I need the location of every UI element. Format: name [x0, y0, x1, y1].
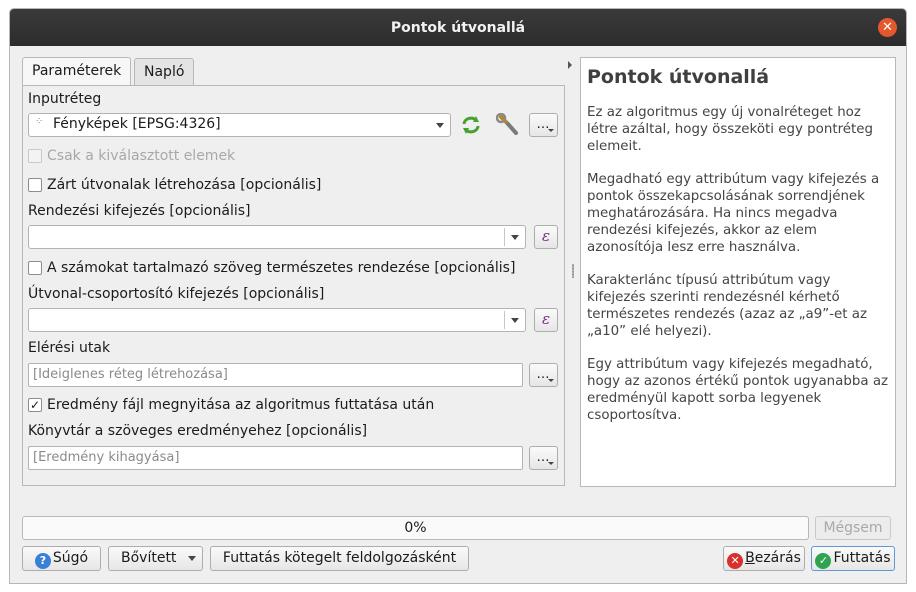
input-layer-more-button[interactable]: …: [529, 113, 558, 137]
input-layer-label: Inputréteg: [28, 91, 102, 107]
tab-parameters[interactable]: Paraméterek: [22, 57, 132, 85]
closed-paths-label: Zárt útvonalak létrehozása [opcionális]: [47, 177, 322, 193]
group-expression-label: Útvonal-csoportosító kifejezés [opcionál…: [28, 286, 325, 302]
close-button-mnemonic: B: [745, 550, 755, 566]
help-paragraph: Megadható egy attribútum vagy kifejezés …: [587, 172, 880, 255]
advanced-button-label: Bővített: [121, 550, 177, 566]
run-button[interactable]: ✓ Futtatás: [811, 546, 895, 571]
help-title: Pontok útvonallá: [587, 66, 770, 88]
selected-only-label: Csak a kiválasztott elemek: [47, 148, 236, 164]
batch-process-label: Futtatás kötegelt feldolgozásként: [222, 550, 457, 566]
group-expression-combo[interactable]: [28, 308, 526, 332]
progress-label: 0%: [404, 520, 427, 536]
close-button-label: ezárás: [754, 550, 801, 566]
input-layer-combo[interactable]: ⁘ Fényképek [EPSG:4326]: [28, 113, 451, 137]
help-button-label: Súgó: [52, 550, 89, 566]
batch-process-button[interactable]: Futtatás kötegelt feldolgozásként: [210, 546, 469, 571]
paths-output-more-button[interactable]: …: [529, 363, 558, 387]
natural-sort-label: A számokat tartalmazó szöveg természetes…: [47, 260, 516, 276]
check-icon: ✓: [29, 398, 41, 412]
dialog-window: Pontok útvonallá ✕ Paraméterek Napló Inp…: [9, 8, 907, 584]
combo-divider: [504, 228, 505, 246]
close-icon: ✕: [727, 553, 744, 569]
group-expression-builder-button[interactable]: ε: [534, 308, 558, 332]
chevron-down-icon: [511, 318, 519, 323]
advanced-button[interactable]: Bővített: [108, 546, 203, 571]
natural-sort-checkbox[interactable]: [28, 261, 42, 275]
help-panel: Pontok útvonallá Ez az algoritmus egy új…: [580, 57, 896, 487]
order-expression-builder-button[interactable]: ε: [534, 225, 558, 249]
chevron-down-icon: [548, 129, 554, 132]
order-expression-combo[interactable]: [28, 225, 526, 249]
input-layer-value: Fényképek [EPSG:4326]: [53, 116, 221, 132]
output-directory-label: Könyvtár a szöveges eredményehez [opcion…: [28, 423, 368, 439]
help-button[interactable]: ? Súgó: [22, 546, 101, 571]
close-button[interactable]: ✕ Bezárás: [723, 546, 805, 571]
close-icon: ✕: [882, 20, 893, 35]
closed-paths-checkbox[interactable]: [28, 178, 42, 192]
combo-divider: [504, 311, 505, 329]
paths-label: Elérési utak: [28, 340, 111, 356]
output-directory-more-button[interactable]: …: [529, 446, 558, 470]
collapse-help-arrow-icon[interactable]: [568, 61, 572, 69]
progress-bar: 0%: [22, 516, 809, 540]
chevron-down-icon: [548, 379, 554, 382]
window-close-button[interactable]: ✕: [878, 18, 897, 37]
run-button-label: Futtatás: [833, 550, 891, 566]
point-layer-icon: ⁘: [35, 116, 44, 127]
chevron-down-icon: [436, 123, 444, 128]
order-expression-label: Rendezési kifejezés [opcionális]: [28, 203, 251, 219]
tab-log-label: Napló: [144, 64, 185, 80]
tab-parameters-label: Paraméterek: [32, 63, 122, 79]
expression-icon: ε: [541, 310, 551, 328]
chevron-down-icon: [188, 556, 196, 561]
splitter-handle[interactable]: [572, 264, 574, 278]
iterate-icon[interactable]: [460, 115, 482, 135]
check-icon: ✓: [815, 553, 832, 569]
paths-output-field[interactable]: [Ideiglenes réteg létrehozása]: [28, 363, 523, 387]
cancel-button[interactable]: Mégsem: [815, 516, 891, 540]
chevron-down-icon: [511, 235, 519, 240]
title-bar: Pontok útvonallá ✕: [10, 9, 906, 46]
cancel-button-label: Mégsem: [823, 520, 883, 536]
chevron-down-icon: [548, 462, 554, 465]
open-result-checkbox[interactable]: ✓: [28, 398, 42, 412]
output-directory-field[interactable]: [Eredmény kihagyása]: [28, 446, 523, 470]
help-paragraph: Egy attribútum vagy kifejezés megadható,…: [587, 357, 889, 423]
tab-log[interactable]: Napló: [134, 58, 195, 85]
window-title: Pontok útvonallá: [390, 19, 526, 36]
open-result-label: Eredmény fájl megnyitása az algoritmus f…: [47, 397, 435, 413]
help-icon: ?: [34, 553, 51, 569]
expression-icon: ε: [541, 227, 551, 245]
help-paragraph: Karakterlánc típusú attribútum vagy kife…: [587, 273, 868, 339]
selected-only-checkbox[interactable]: [28, 149, 42, 163]
wrench-icon[interactable]: [495, 112, 520, 137]
help-paragraph: Ez az algoritmus egy új vonalréteget hoz…: [587, 105, 874, 154]
